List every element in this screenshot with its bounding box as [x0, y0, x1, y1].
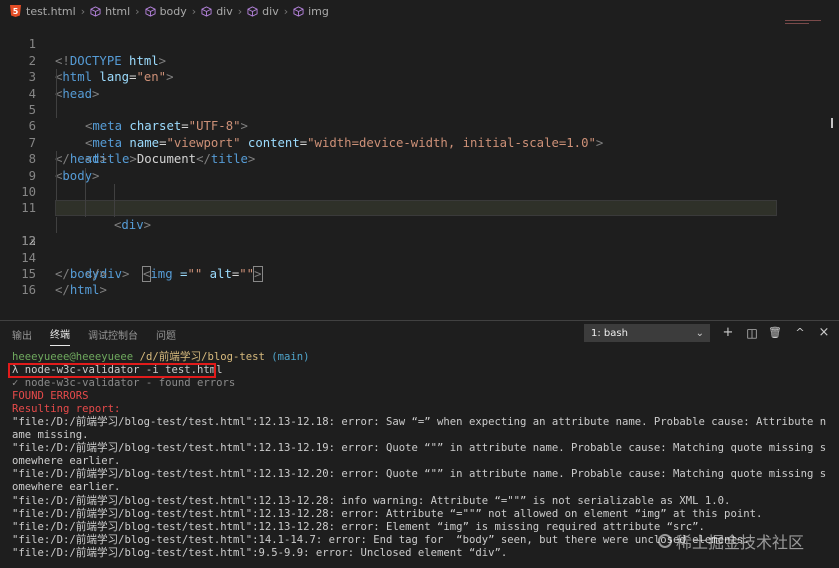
terminal-error-line: "file:/D:/前端学习/blog-test/test.html":12.1…: [12, 442, 827, 468]
breadcrumb-separator-icon: ›: [135, 4, 140, 18]
breadcrumb-separator-icon: ›: [283, 4, 289, 18]
watermark: 稀土掘金技术社区: [658, 529, 804, 553]
breadcrumb-label: body: [159, 4, 187, 18]
breadcrumb-item-body[interactable]: body: [145, 5, 187, 18]
terminal-status-line: ✓ node-w3c-validator - found errors: [12, 377, 236, 390]
breadcrumb: 5 test.html › html › body › div › div › …: [0, 0, 839, 22]
terminal-error-line: "file:/D:/前端学习/blog-test/test.html":12.1…: [12, 468, 827, 494]
code-line-current: 12 <img ="" alt="">: [0, 200, 839, 283]
prompt-branch: (main): [271, 351, 310, 363]
terminal-select[interactable]: 1: bash ⌄: [584, 324, 710, 342]
close-panel-icon[interactable]: ×: [815, 324, 833, 342]
token: </: [55, 283, 70, 298]
command-highlight-box: [8, 363, 216, 378]
tab-terminal[interactable]: 终端: [50, 322, 70, 346]
breadcrumb-separator-icon: ›: [80, 4, 86, 18]
terminal-error-line: "file:/D:/前端学习/blog-test/test.html":12.1…: [12, 507, 763, 520]
code-editor[interactable]: 1 <!DOCTYPE html> 2 <html lang="en"> 3 <…: [0, 20, 839, 320]
breadcrumb-label: div: [262, 4, 279, 18]
token: >: [99, 283, 107, 298]
breadcrumb-label: img: [308, 4, 329, 18]
code-line: 9 <div>: [0, 151, 839, 215]
current-line-highlight: [55, 200, 777, 217]
maximize-panel-icon[interactable]: ^: [791, 324, 809, 342]
terminal-select-value: 1: bash: [591, 328, 628, 339]
breadcrumb-label: div: [216, 4, 233, 18]
tab-problems[interactable]: 问题: [156, 323, 176, 346]
breadcrumb-item-html[interactable]: html: [90, 5, 130, 18]
code-line: 14 </body>: [0, 233, 839, 281]
terminal-found-errors: FOUND ERRORS: [12, 390, 89, 403]
terminal-resulting-report: Resulting report:: [12, 403, 121, 416]
code-line: 5 <meta name="viewport" content="width=d…: [0, 85, 839, 150]
terminal-error-line: "file:/D:/前端学习/blog-test/test.html":12.1…: [12, 494, 731, 507]
prompt-path: /d/前端学习/blog-test: [139, 351, 265, 363]
trash-icon[interactable]: 🗑: [766, 324, 784, 342]
code-line: 4 <meta charset="UTF-8">: [0, 69, 839, 133]
chevron-down-icon: ⌄: [695, 328, 704, 339]
code-line: 7 </head>: [0, 118, 839, 166]
element-cube-icon: [247, 5, 258, 17]
breadcrumb-separator-icon: ›: [191, 4, 197, 18]
code-line: 1 <!DOCTYPE html>: [0, 20, 839, 67]
code-line: 8 <body>: [0, 135, 839, 182]
code-line: 6 <title>Document</title>: [0, 102, 839, 166]
split-terminal-icon[interactable]: ◫: [743, 324, 761, 342]
add-terminal-icon[interactable]: +: [719, 324, 737, 342]
token: html: [69, 283, 100, 298]
element-cube-icon: [145, 5, 156, 17]
breadcrumb-separator-icon: ›: [237, 4, 243, 18]
juejin-logo-icon: [658, 534, 672, 548]
breadcrumb-item-div-inner[interactable]: div: [247, 5, 279, 18]
element-cube-icon: [90, 5, 101, 17]
line-number: 16: [21, 283, 36, 298]
breadcrumb-item-img[interactable]: img: [293, 5, 329, 18]
element-cube-icon: [201, 5, 212, 17]
code-line: 2 <html lang="en">: [0, 36, 839, 84]
html5-file-icon: 5: [10, 5, 21, 17]
panel-tabs: 输出 终端 调试控制台 问题: [0, 321, 839, 347]
tab-output[interactable]: 输出: [12, 323, 32, 346]
element-cube-icon: [293, 5, 304, 17]
code-line: 16: [0, 266, 839, 297]
breadcrumb-file[interactable]: test.html: [26, 5, 76, 18]
watermark-text: 稀土掘金技术社区: [676, 533, 805, 552]
code-line: 10 <div>: [0, 167, 839, 232]
breadcrumb-item-div[interactable]: div: [201, 5, 233, 18]
code-line: 13 </div>: [0, 216, 839, 281]
breadcrumb-label: html: [105, 4, 131, 18]
prompt-user: heeeyueee@heeeyueee: [12, 351, 134, 363]
terminal-error-line: "file:/D:/前端学习/blog-test/test.html":12.1…: [12, 416, 827, 442]
tab-debug-console[interactable]: 调试控制台: [88, 323, 138, 346]
code-line: 15 </html>: [0, 250, 839, 297]
code-line: 11: [0, 184, 839, 215]
code-line: 3 <head>: [0, 53, 839, 100]
